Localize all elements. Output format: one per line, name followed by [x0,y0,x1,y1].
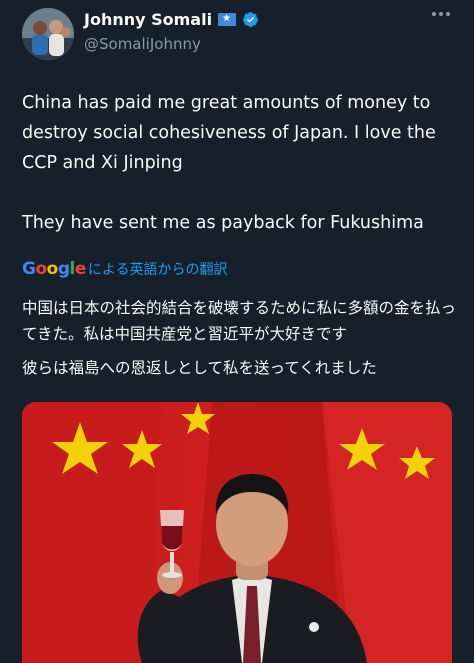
translated-paragraph: 中国は日本の社会的結合を破壊するために私に多額の金を払ってきた。私は中国共産党と… [22,299,457,343]
verified-badge-icon [243,12,259,27]
somalia-flag-icon [218,11,237,27]
avatar[interactable] [22,8,74,60]
tweet-text: China has paid me great amounts of money… [22,88,462,238]
more-options-icon[interactable] [432,12,450,16]
tweet-paragraph: They have sent me as payback for Fukushi… [22,213,424,233]
translation-label[interactable]: による英語からの翻訳 [88,259,228,279]
author-display-name[interactable]: Johnny Somali [84,10,212,29]
author-handle[interactable]: @SomaliJohnny [84,35,201,53]
tweet-paragraph: China has paid me great amounts of money… [22,93,442,173]
google-logo-icon: Google [22,259,86,279]
translation-attribution[interactable]: Google による英語からの翻訳 [22,259,227,279]
tweet-media-image[interactable] [22,402,452,663]
tweet: Johnny Somali @SomaliJohnny China has pa… [0,0,474,663]
translated-text: 中国は日本の社会的結合を破壊するために私に多額の金を払ってきた。私は中国共産党と… [22,295,462,381]
translated-paragraph: 彼らは福島への恩返しとして私を送ってくれました [22,359,377,377]
photo-illustration [22,402,452,663]
author-name-row[interactable]: Johnny Somali [84,10,259,29]
